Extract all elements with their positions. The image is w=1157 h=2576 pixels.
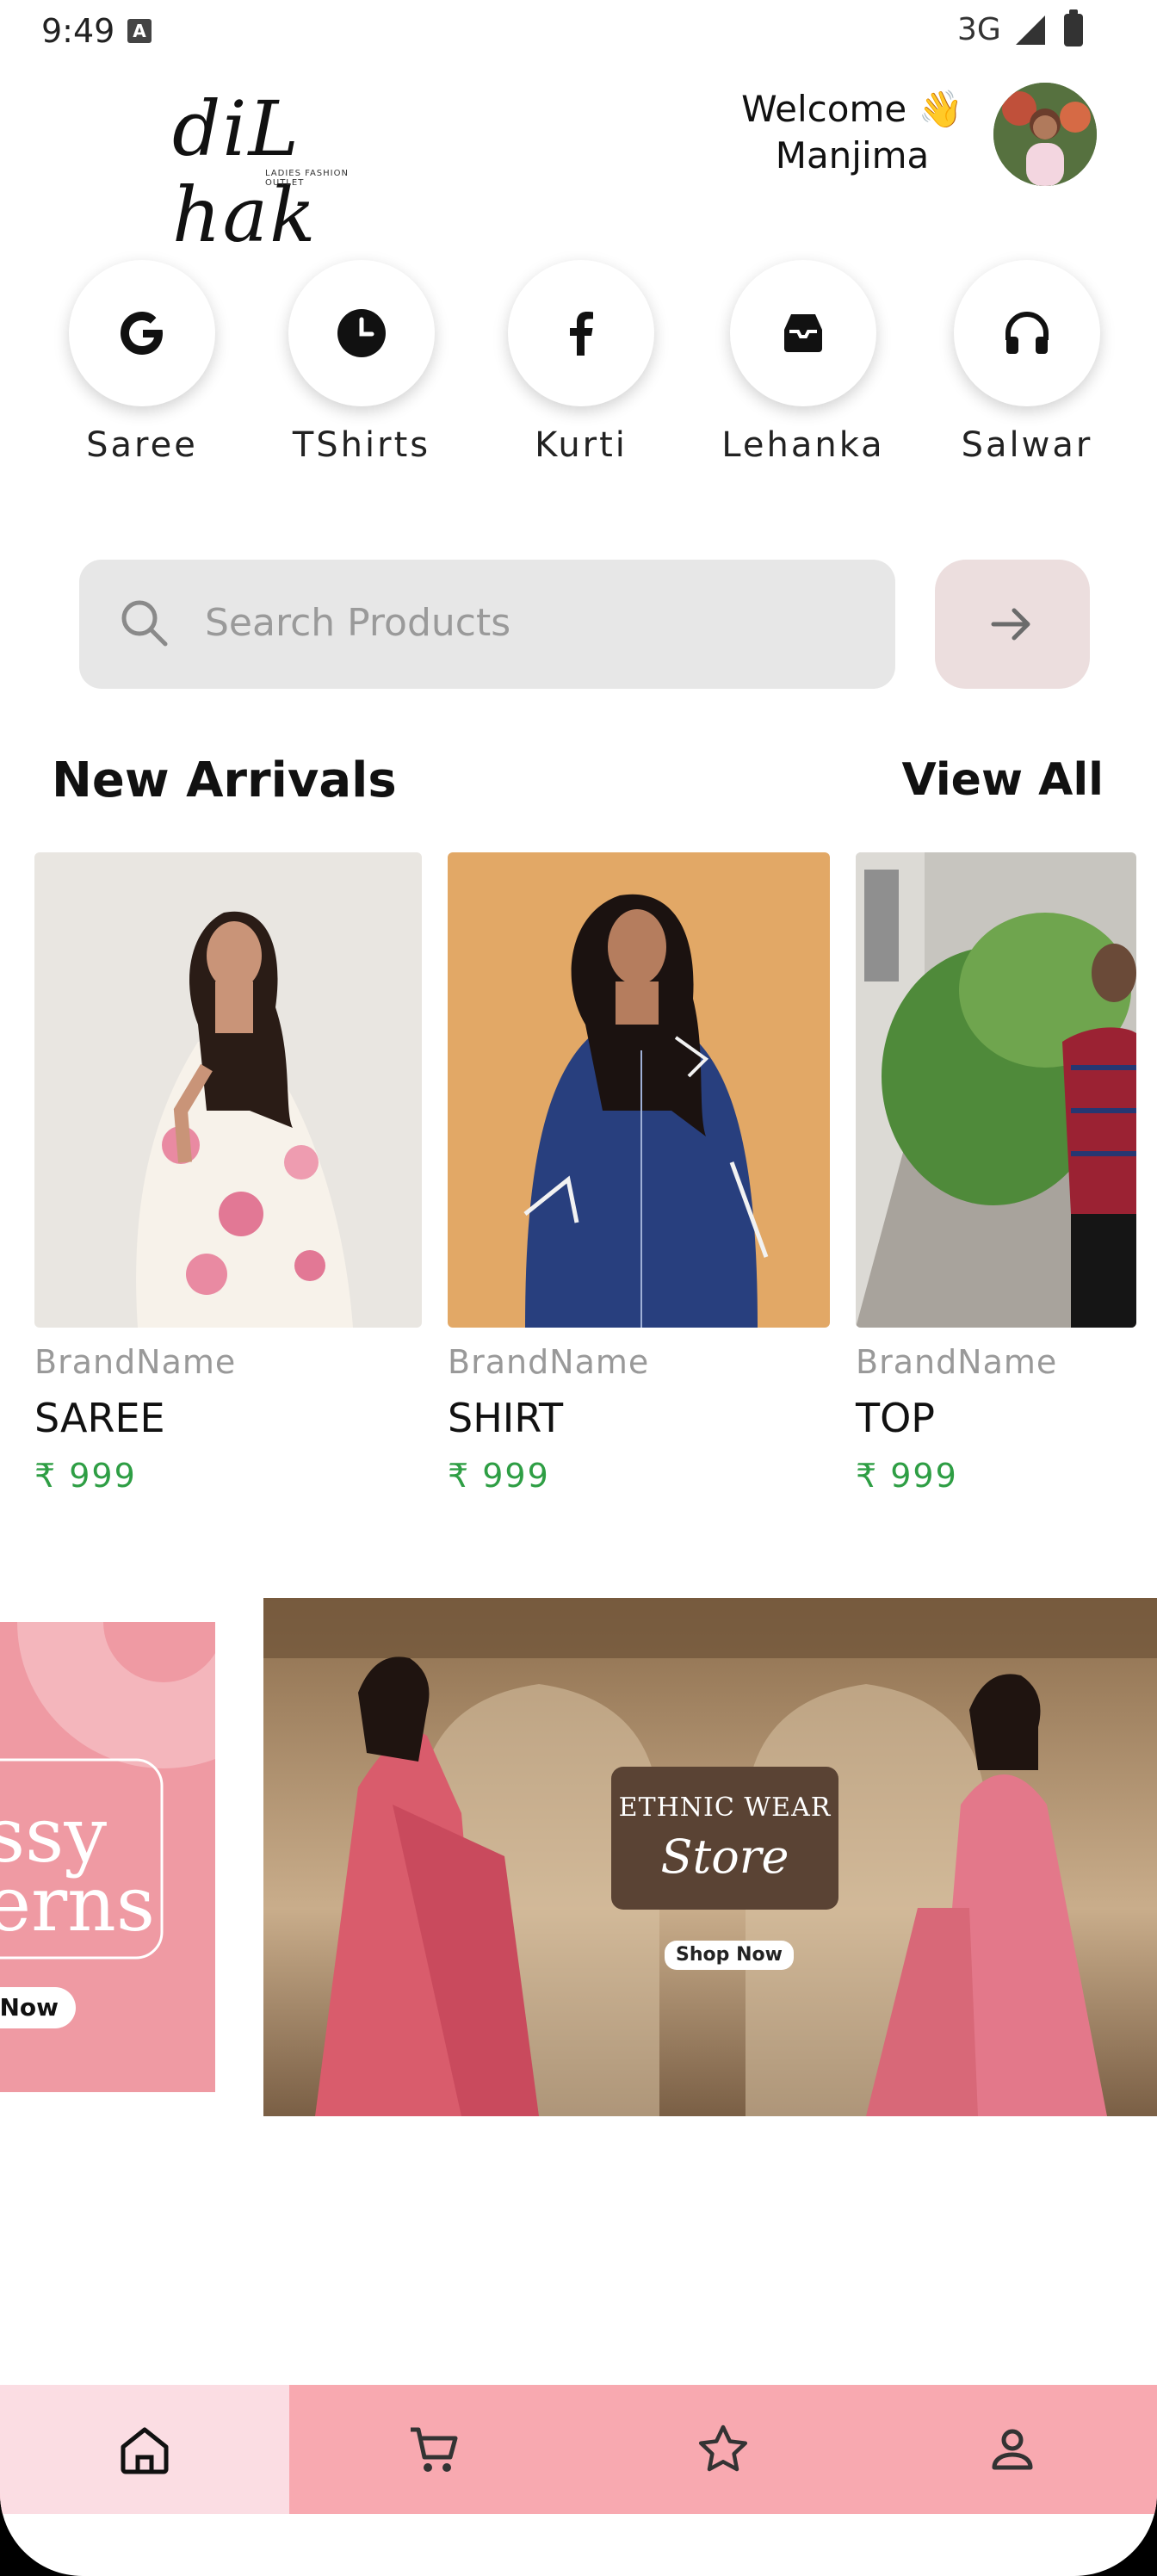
- home-icon: [121, 2427, 169, 2474]
- product-name: SHIRT: [448, 1395, 564, 1441]
- google-icon: [121, 312, 163, 355]
- inbox-icon: [784, 314, 822, 352]
- clock-icon: [337, 309, 386, 357]
- promo-banner-ethnic-wear[interactable]: ETHNIC WEAR Store Shop Now: [263, 1598, 1157, 2116]
- product-image[interactable]: [34, 852, 422, 1328]
- cart-icon: [411, 2427, 458, 2472]
- nav-favorites[interactable]: [578, 2385, 868, 2514]
- product-image[interactable]: [448, 852, 830, 1328]
- promo-banner-left[interactable]: ssy erns Now: [0, 1622, 215, 2092]
- store-title-top: ETHNIC WEAR: [618, 1793, 832, 1823]
- product-card-top[interactable]: BrandName TOP ₹ 999: [856, 852, 1136, 1495]
- gesture-home-bar[interactable]: [439, 2540, 718, 2550]
- product-brand: BrandName: [448, 1343, 650, 1381]
- notification-a-icon: A: [127, 19, 152, 43]
- category-saree[interactable]: Saree: [56, 260, 228, 465]
- nav-profile[interactable]: [868, 2385, 1157, 2514]
- product-brand: BrandName: [856, 1343, 1058, 1381]
- product-card-shirt[interactable]: BrandName SHIRT ₹ 999: [448, 852, 830, 1495]
- store-title-bottom: Store: [660, 1830, 789, 1884]
- category-label: Lehanka: [721, 425, 885, 465]
- star-icon: [698, 2424, 748, 2472]
- product-name: SAREE: [34, 1395, 165, 1441]
- category-list: Saree TShirts Kurti Lehanka Salwar: [0, 260, 1157, 484]
- product-name: TOP: [856, 1395, 936, 1441]
- battery-icon: [1064, 9, 1083, 46]
- product-price: ₹ 999: [856, 1457, 958, 1495]
- product-price: ₹ 999: [34, 1457, 137, 1495]
- product-price: ₹ 999: [448, 1457, 550, 1495]
- store-title-box: ETHNIC WEAR Store: [611, 1767, 838, 1910]
- section-title: New Arrivals: [52, 752, 397, 808]
- welcome-greeting: Welcome 👋: [741, 88, 963, 130]
- shop-now-button[interactable]: Shop Now: [665, 1941, 794, 1970]
- person-icon: [992, 2429, 1033, 2470]
- category-kurti[interactable]: Kurti: [495, 260, 667, 465]
- product-image[interactable]: [856, 852, 1136, 1328]
- app-logo: diL hak LADIES FASHION OUTLET: [172, 86, 370, 258]
- product-brand: BrandName: [34, 1343, 237, 1381]
- status-time: 9:49: [41, 12, 115, 50]
- search-icon: [121, 600, 168, 647]
- nav-cart[interactable]: [289, 2385, 578, 2514]
- search-input[interactable]: Search Products: [79, 560, 895, 689]
- product-carousel[interactable]: BrandName SAREE ₹ 999 BrandName SHIRT ₹ …: [0, 852, 1136, 1507]
- app-screen: 9:49 A 3G diL hak LADIES FASHION OUTLET …: [0, 0, 1157, 2576]
- category-label: Saree: [86, 425, 198, 465]
- category-tshirts[interactable]: TShirts: [275, 260, 448, 465]
- category-label: Salwar: [961, 425, 1093, 465]
- welcome-message: Welcome 👋 Manjima: [723, 86, 981, 179]
- status-bar: 9:49 A 3G: [0, 0, 1157, 60]
- facebook-icon: [570, 312, 593, 356]
- view-all-link[interactable]: View All: [902, 754, 1104, 806]
- logo-tagline: LADIES FASHION OUTLET: [265, 169, 349, 188]
- category-lehanka[interactable]: Lehanka: [717, 260, 889, 465]
- avatar[interactable]: [993, 83, 1097, 186]
- banner-left-text-line2: erns: [0, 1860, 155, 1948]
- search-placeholder: Search Products: [205, 601, 511, 645]
- search-submit-button[interactable]: [935, 560, 1090, 689]
- network-type: 3G: [957, 12, 1001, 47]
- product-card-saree[interactable]: BrandName SAREE ₹ 999: [34, 852, 422, 1495]
- welcome-username: Manjima: [775, 134, 930, 176]
- headphones-icon: [1005, 312, 1049, 354]
- nav-home[interactable]: [0, 2385, 289, 2514]
- bottom-navigation: [0, 2385, 1157, 2514]
- signal-icon: [1016, 15, 1045, 45]
- category-salwar[interactable]: Salwar: [941, 260, 1113, 465]
- arrow-right-icon: [991, 608, 1030, 641]
- banner-left-button[interactable]: Now: [0, 1987, 76, 2028]
- category-label: TShirts: [292, 425, 431, 465]
- category-label: Kurti: [535, 425, 628, 465]
